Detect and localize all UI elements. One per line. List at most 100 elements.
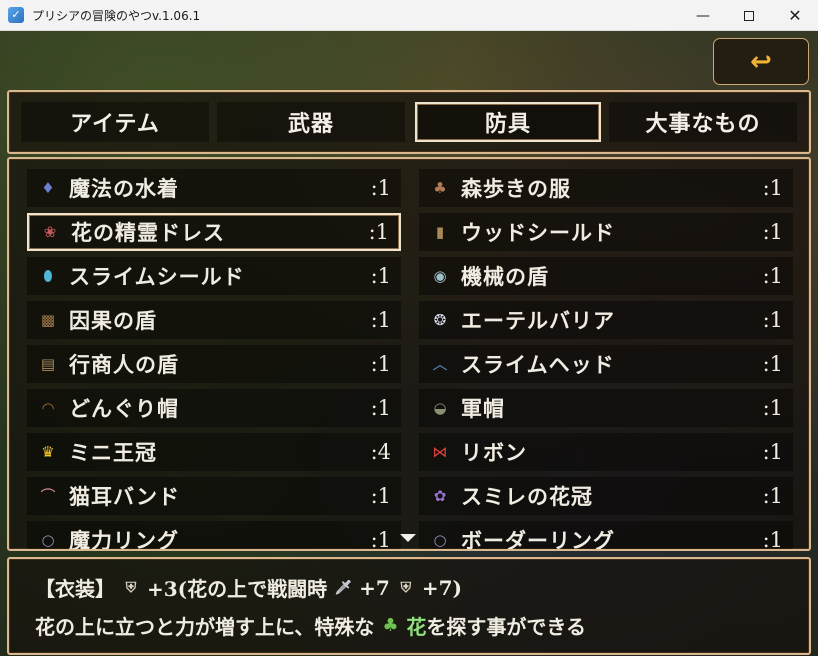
item-name: ボーダーリング xyxy=(461,528,615,551)
mini-crown-icon: ♛ xyxy=(41,442,55,461)
ribbon-icon: ⋈ xyxy=(432,442,448,461)
item-count: :1 xyxy=(368,220,389,244)
item-name: 魔法の水着 xyxy=(69,176,179,201)
list-item[interactable]: ♦ 魔法の水着 :1 xyxy=(27,169,401,207)
item-count: :1 xyxy=(762,220,783,244)
item-name: 魔力リング xyxy=(69,528,179,551)
minimize-icon: — xyxy=(696,7,710,24)
tab-items[interactable]: アイテム xyxy=(21,102,209,142)
tab-key-items[interactable]: 大事なもの xyxy=(609,102,797,142)
item-count: :1 xyxy=(370,176,391,200)
scroll-down-arrow-icon[interactable] xyxy=(400,534,416,542)
item-count: :1 xyxy=(762,352,783,376)
close-button[interactable]: ✕ xyxy=(772,0,818,31)
tab-armor[interactable]: 防具 xyxy=(415,102,601,142)
app-icon: ✓ xyxy=(8,7,24,23)
clover-icon: ♣ xyxy=(382,615,399,636)
list-item[interactable]: ♣ 森歩きの服 :1 xyxy=(419,169,793,207)
military-cap-icon: ◒ xyxy=(433,398,447,417)
item-name: 機械の盾 xyxy=(461,264,549,289)
defense-icon: ⛨ xyxy=(400,579,412,596)
merchant-shield-icon: ▤ xyxy=(40,354,56,373)
game-screen: ↩ アイテム 武器 防具 大事なもの ♦ 魔法の水着 :1 ♣ 森歩きの服 :1 ❀ 花の精霊… xyxy=(0,31,818,656)
item-list-panel[interactable]: ♦ 魔法の水着 :1 ♣ 森歩きの服 :1 ❀ 花の精霊ドレス :1 ▮ ウッドシールド :1 ⬮ スライ… xyxy=(7,157,811,551)
item-count: :1 xyxy=(370,528,391,551)
list-item[interactable]: ❀ 花の精霊ドレス :1 xyxy=(27,213,401,251)
item-count: :1 xyxy=(370,484,391,508)
item-name: どんぐり帽 xyxy=(69,396,179,421)
list-item[interactable]: ♛ ミニ王冠 :4 xyxy=(27,433,401,471)
item-name: 森歩きの服 xyxy=(461,176,571,201)
list-item[interactable]: ⋈ リボン :1 xyxy=(419,433,793,471)
swimsuit-icon: ♦ xyxy=(41,178,55,197)
item-count: :1 xyxy=(762,308,783,332)
ether-barrier-icon: ❂ xyxy=(433,310,447,329)
tab-label: アイテム xyxy=(70,111,160,137)
item-name: スミレの花冠 xyxy=(461,484,593,509)
category-tabs-panel: アイテム 武器 防具 大事なもの xyxy=(7,90,811,154)
slime-shield-icon: ⬮ xyxy=(43,266,53,285)
item-name: 軍帽 xyxy=(461,396,505,421)
dress-icon: ❀ xyxy=(43,222,57,241)
item-count: :1 xyxy=(762,528,783,551)
item-name: 因果の盾 xyxy=(69,308,157,333)
description-panel: 【衣装】 ⛨ +3(花の上で戦闘時 🗡 +7 ⛨ +7) 花の上に立つと力が増す… xyxy=(7,557,811,655)
effect-text: +3(花の上で戦闘時 xyxy=(147,577,328,601)
description-text: を探す事ができる xyxy=(426,615,587,639)
defense-icon: ⛨ xyxy=(125,579,137,596)
item-count: :1 xyxy=(762,396,783,420)
list-item[interactable]: ⬮ スライムシールド :1 xyxy=(27,257,401,295)
window-titlebar: ✓ プリシアの冒険のやつv.1.06.1 — ✕ xyxy=(0,0,818,31)
item-count: :1 xyxy=(370,264,391,288)
clothes-icon: ♣ xyxy=(433,178,447,197)
list-item[interactable]: ︿ スライムヘッド :1 xyxy=(419,345,793,383)
list-item[interactable]: ◉ 機械の盾:1 xyxy=(419,257,793,295)
list-item[interactable]: ◠ どんぐり帽 :1 xyxy=(27,389,401,427)
item-name: スライムシールド xyxy=(69,264,245,289)
minimize-button[interactable]: — xyxy=(680,0,726,31)
item-count: :1 xyxy=(370,396,391,420)
item-name: 花の精霊ドレス xyxy=(71,220,225,245)
list-item[interactable]: ✿ スミレの花冠:1 xyxy=(419,477,793,515)
item-count: :1 xyxy=(762,264,783,288)
item-name: 行商人の盾 xyxy=(69,352,179,377)
tab-label: 武器 xyxy=(287,111,334,137)
description-line-1: 【衣装】 ⛨ +3(花の上で戦闘時 🗡 +7 ⛨ +7) xyxy=(35,573,462,602)
item-name: ミニ王冠 xyxy=(69,440,157,465)
defense-bonus: +7) xyxy=(421,575,462,600)
item-count: :1 xyxy=(370,352,391,376)
list-item[interactable]: ◒ 軍帽 :1 xyxy=(419,389,793,427)
item-count: :1 xyxy=(762,176,783,200)
item-count: :1 xyxy=(762,440,783,464)
acorn-hat-icon: ◠ xyxy=(41,398,55,417)
maximize-icon xyxy=(744,10,754,21)
description-text: 花の上に立つと力が増す上に、特殊な xyxy=(35,615,375,639)
tab-weapons[interactable]: 武器 xyxy=(217,102,405,142)
item-name: スライムヘッド xyxy=(461,352,615,377)
cat-ears-icon: ⌒ xyxy=(40,486,56,505)
violet-wreath-icon: ✿ xyxy=(433,486,447,505)
item-name: リボン xyxy=(461,440,527,465)
list-item[interactable]: ❂ エーテルバリア :1 xyxy=(419,301,793,339)
list-item[interactable]: ○ ボーダーリング:1 xyxy=(419,521,793,551)
slime-head-icon: ︿ xyxy=(432,354,448,373)
maximize-button[interactable] xyxy=(726,0,772,31)
back-button[interactable]: ↩ xyxy=(713,38,809,85)
description-line-2: 花の上に立つと力が増す上に、特殊な ♣ 花 を探す事ができる xyxy=(35,611,586,640)
list-item[interactable]: ▤ 行商人の盾 :1 xyxy=(27,345,401,383)
list-item[interactable]: ▩ 因果の盾:1 xyxy=(27,301,401,339)
list-item[interactable]: ⌒ 猫耳バンド:1 xyxy=(27,477,401,515)
close-icon: ✕ xyxy=(788,6,802,25)
item-name: エーテルバリア xyxy=(461,308,615,333)
window-title: プリシアの冒険のやつv.1.06.1 xyxy=(32,8,201,23)
item-name: ウッドシールド xyxy=(461,220,615,245)
item-count: :1 xyxy=(370,308,391,332)
item-count: :4 xyxy=(370,440,391,464)
list-item[interactable]: ○ 魔力リング:1 xyxy=(27,521,401,551)
attack-bonus: +7 xyxy=(359,575,390,600)
list-item[interactable]: ▮ ウッドシールド :1 xyxy=(419,213,793,251)
return-arrow-icon: ↩ xyxy=(750,46,772,77)
wood-shield-icon: ▮ xyxy=(435,222,445,241)
tab-label: 大事なもの xyxy=(645,111,761,137)
category-tag: 【衣装】 xyxy=(35,577,115,601)
